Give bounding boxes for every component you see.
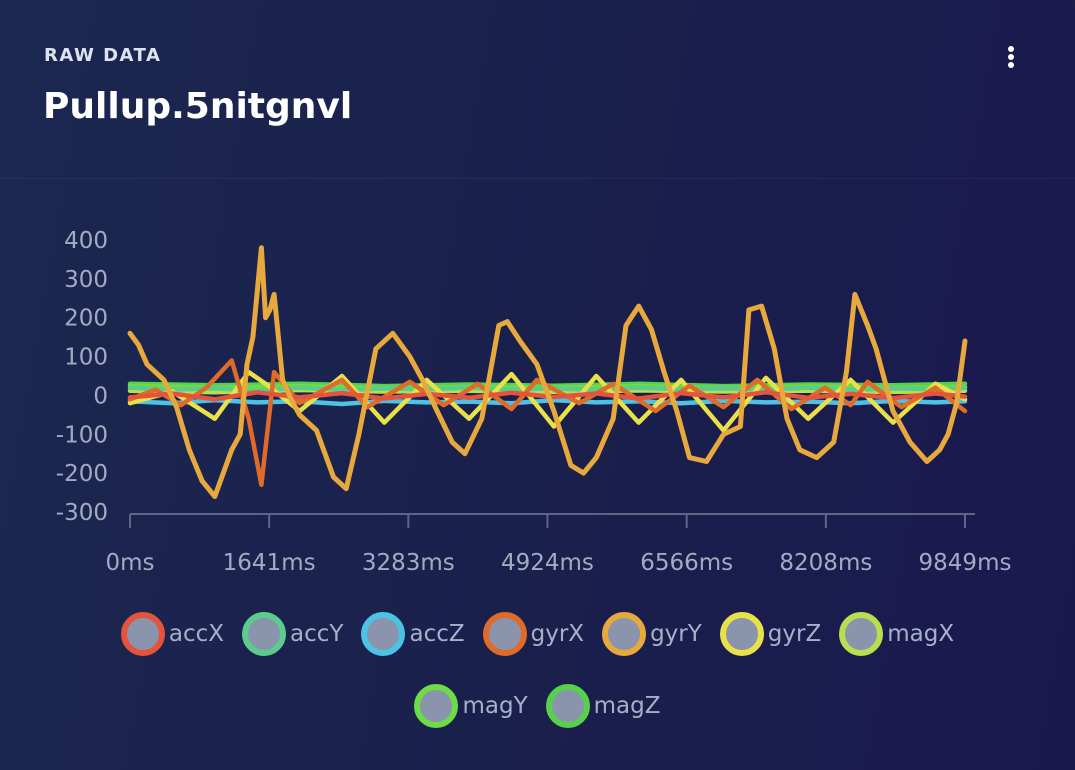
legend-label: magZ: [593, 693, 661, 719]
legend-marker: [602, 612, 647, 656]
legend-label: gyrZ: [767, 621, 822, 647]
legend-label: accY: [290, 621, 344, 647]
more-vertical-icon[interactable]: [996, 40, 1028, 74]
legend-label: gyrY: [650, 621, 702, 647]
y-tick-label: 0: [93, 383, 108, 409]
legend-marker: [839, 612, 884, 656]
y-tick-label: -300: [56, 500, 108, 526]
card-header: RAW DATA Pullup.5nitgnvl: [0, 0, 1075, 179]
x-tick-label: 0ms: [105, 550, 154, 576]
x-axis: 0ms 1641ms 3283ms 4924ms 6566ms 8208ms 9849ms: [105, 513, 1012, 576]
y-tick-label: 100: [64, 345, 108, 371]
legend-label: accX: [168, 621, 225, 647]
legend-item-accX[interactable]: accX: [120, 612, 225, 656]
legend-item-gyrY[interactable]: gyrY: [602, 612, 702, 656]
series-lines: [127, 245, 968, 499]
legend-marker: [719, 612, 764, 656]
legend-label: magY: [462, 693, 528, 719]
raw-data-card: RAW DATA Pullup.5nitgnvl 400 300 200 100 0 -1…: [0, 0, 1075, 770]
legend-marker: [545, 684, 590, 728]
legend-marker: [361, 612, 406, 656]
legend-marker: [120, 612, 165, 656]
x-tick-label: 4924ms: [501, 550, 594, 576]
legend-item-magX[interactable]: magX: [839, 612, 954, 656]
x-tick-label: 1641ms: [223, 550, 316, 576]
legend-item-gyrX[interactable]: gyrX: [482, 612, 585, 656]
legend-marker: [482, 612, 527, 656]
legend-marker: [242, 612, 287, 656]
section-label: RAW DATA: [44, 45, 162, 66]
legend-item-magZ[interactable]: magZ: [545, 684, 661, 728]
legend-item-accY[interactable]: accY: [242, 612, 343, 656]
card-title: Pullup.5nitgnvl: [43, 86, 353, 127]
legend-label: accZ: [409, 621, 465, 647]
x-tick-label: 3283ms: [362, 550, 455, 576]
legend-label: gyrX: [530, 621, 585, 647]
x-tick-label: 8208ms: [779, 550, 872, 576]
y-tick-label: -100: [56, 422, 108, 448]
legend-marker: [414, 684, 459, 728]
legend-label: magX: [887, 621, 955, 647]
y-tick-label: 400: [64, 228, 108, 254]
y-tick-label: 200: [64, 306, 108, 332]
x-tick-label: 6566ms: [640, 550, 733, 576]
y-tick-label: 300: [64, 267, 108, 293]
x-tick-label: 9849ms: [919, 550, 1012, 576]
legend-item-magY[interactable]: magY: [414, 684, 528, 728]
y-tick-label: -200: [56, 461, 108, 487]
legend-item-accZ[interactable]: accZ: [361, 612, 465, 656]
y-axis: 400 300 200 100 0 -100 -200 -300: [56, 228, 108, 526]
legend-item-gyrZ[interactable]: gyrZ: [719, 612, 822, 656]
chart-legend: accX accY accZ gyrX gyrY gyrZ magX magY magZ: [60, 612, 1015, 728]
